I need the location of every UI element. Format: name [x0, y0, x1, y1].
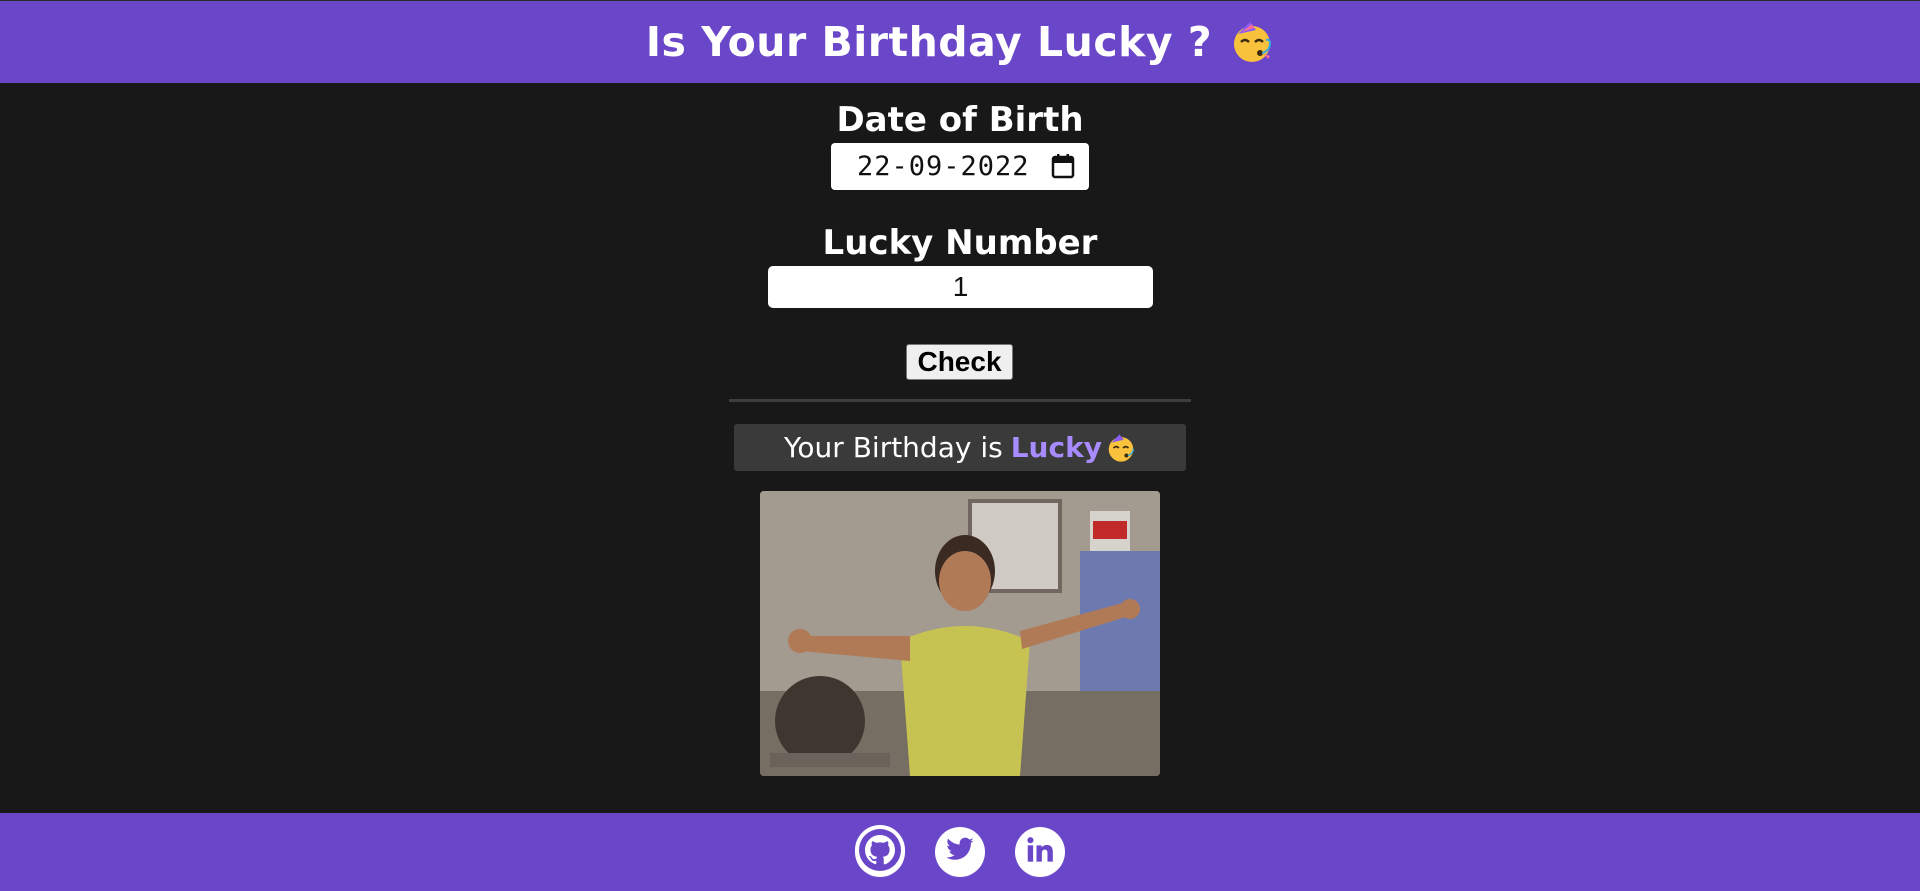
partying-face-icon [1230, 20, 1274, 64]
main-content: Date of Birth 22-09-2022 Lucky Number Ch… [0, 83, 1920, 813]
linkedin-icon [1026, 836, 1054, 868]
divider [729, 399, 1191, 402]
calendar-icon[interactable] [1051, 153, 1075, 179]
app-header: Is Your Birthday Lucky ? [0, 1, 1920, 83]
celebration-gif [760, 491, 1160, 776]
linkedin-link[interactable] [1015, 827, 1065, 877]
github-link[interactable] [855, 825, 905, 879]
partying-face-icon [1106, 433, 1136, 463]
github-icon [855, 825, 905, 879]
twitter-link[interactable] [935, 827, 985, 877]
page-title-text: Is Your Birthday Lucky ? [645, 18, 1213, 66]
app-footer [0, 813, 1920, 891]
dob-value: 22-09-2022 [857, 151, 1030, 182]
lucky-number-label: Lucky Number [822, 223, 1098, 263]
result-highlight: Lucky [1010, 431, 1102, 464]
lucky-number-input[interactable] [768, 266, 1153, 308]
result-prefix: Your Birthday is [784, 431, 1003, 464]
dob-date-input[interactable]: 22-09-2022 [831, 143, 1089, 190]
twitter-icon [945, 837, 975, 867]
page-title: Is Your Birthday Lucky ? [646, 18, 1274, 66]
dob-label: Date of Birth [836, 100, 1084, 140]
check-button[interactable]: Check [906, 344, 1013, 380]
result-message: Your Birthday is Lucky [734, 424, 1186, 471]
